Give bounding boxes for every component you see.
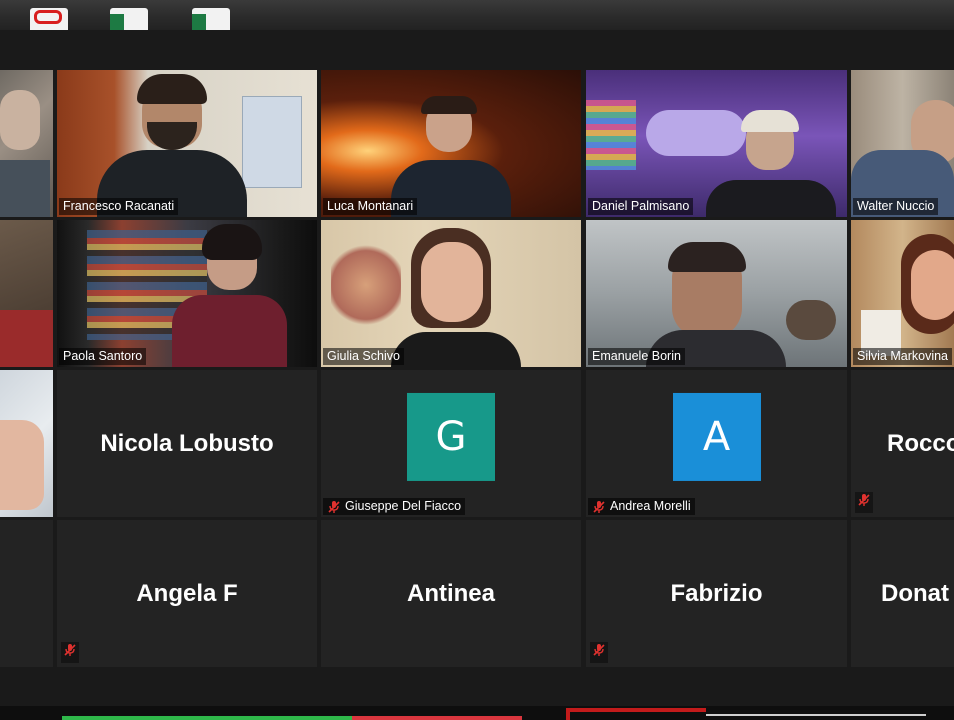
- participant-name-label: Walter Nuccio: [853, 198, 939, 215]
- participant-name-label: Paola Santoro: [59, 348, 147, 365]
- video-feed: [851, 220, 954, 367]
- progress-bar-red: [352, 716, 522, 720]
- profile-avatar: G: [407, 392, 495, 481]
- participant-tile[interactable]: Luca Montanari: [321, 70, 581, 217]
- banner-graphic: [706, 714, 926, 720]
- banner-graphic: [566, 708, 706, 720]
- participant-tile[interactable]: Walter Nuccio: [851, 70, 954, 217]
- participant-tile[interactable]: Giulia Schivo: [321, 220, 581, 367]
- video-feed: [586, 220, 847, 367]
- participant-name: Francesco Racanati: [63, 199, 175, 213]
- microphone-muted-icon: [855, 492, 873, 513]
- avatar-letter: G: [435, 413, 467, 460]
- participant-name-label: Giulia Schivo: [323, 348, 404, 365]
- video-feed: [0, 370, 53, 517]
- progress-bar-green: [62, 716, 352, 720]
- participant-tile[interactable]: [0, 520, 53, 667]
- video-feed: [57, 220, 317, 367]
- video-feed: [321, 220, 581, 367]
- profile-avatar: A: [672, 392, 761, 481]
- participant-name-label: Daniel Palmisano: [588, 198, 694, 215]
- participant-tile[interactable]: [0, 370, 53, 517]
- participant-name: Andrea Morelli: [610, 499, 691, 513]
- participant-name-label: Francesco Racanati: [59, 198, 179, 215]
- participant-display-name: Fabrizio: [670, 579, 763, 607]
- participant-name: Silvia Markovina: [857, 349, 949, 363]
- microphone-muted-icon: [61, 642, 79, 663]
- video-feed: [321, 70, 581, 217]
- video-feed: [851, 70, 954, 217]
- pdf-file-icon[interactable]: [30, 8, 68, 30]
- participant-tile[interactable]: Nicola Lobusto: [57, 370, 317, 517]
- participant-tile[interactable]: A Andrea Morelli: [586, 370, 847, 517]
- participant-display-name: Antinea: [406, 579, 495, 607]
- participant-tile[interactable]: Rocco: [851, 370, 954, 517]
- participant-name-label: Giuseppe Del Fiacco: [323, 498, 466, 515]
- excel-file-icon[interactable]: [110, 8, 148, 30]
- participant-tile[interactable]: Daniel Palmisano: [586, 70, 847, 217]
- participant-name: Paola Santoro: [63, 349, 143, 363]
- microphone-muted-icon: [327, 500, 341, 514]
- participant-tile[interactable]: Angela F: [57, 520, 317, 667]
- participant-name: Walter Nuccio: [857, 199, 935, 213]
- participant-display-name: Donat: [881, 579, 949, 607]
- video-feed: [0, 220, 53, 367]
- participant-display-name: Nicola Lobusto: [100, 429, 274, 457]
- participant-tile[interactable]: Donat: [851, 520, 954, 667]
- participant-display-name: Angela F: [136, 579, 238, 607]
- participant-tile[interactable]: Francesco Racanati: [57, 70, 317, 217]
- participant-tile[interactable]: [0, 70, 53, 217]
- participant-name: Luca Montanari: [327, 199, 414, 213]
- participant-tile[interactable]: G Giuseppe Del Fiacco: [321, 370, 581, 517]
- participant-tile[interactable]: Paola Santoro: [57, 220, 317, 367]
- video-feed: [0, 70, 53, 217]
- microphone-muted-icon: [592, 500, 606, 514]
- participant-tile[interactable]: Emanuele Borin: [586, 220, 847, 367]
- participant-name-label: Silvia Markovina: [853, 348, 953, 365]
- participant-name: Giuseppe Del Fiacco: [345, 499, 462, 513]
- participant-tile[interactable]: Antinea: [321, 520, 581, 667]
- avatar-letter: A: [702, 413, 731, 460]
- video-feed: [57, 70, 317, 217]
- participant-tile[interactable]: Fabrizio: [586, 520, 847, 667]
- participant-name-label: Emanuele Borin: [588, 348, 685, 365]
- desktop-background: [0, 706, 954, 720]
- desktop-background: [0, 0, 954, 30]
- excel-file-icon[interactable]: [192, 8, 230, 30]
- microphone-muted-icon: [590, 642, 608, 663]
- participant-name: Giulia Schivo: [327, 349, 400, 363]
- participant-name: Emanuele Borin: [592, 349, 681, 363]
- participant-name: Daniel Palmisano: [592, 199, 690, 213]
- participant-name-label: Luca Montanari: [323, 198, 418, 215]
- participant-tile[interactable]: [0, 220, 53, 367]
- active-speaker-tile[interactable]: Silvia Markovina: [851, 220, 954, 367]
- participant-display-name: Rocco: [887, 429, 954, 457]
- video-feed: [586, 70, 847, 217]
- gallery-view: Francesco Racanati Luca Montanari Daniel…: [0, 30, 954, 706]
- zoom-meeting-window: Francesco Racanati Luca Montanari Daniel…: [0, 30, 954, 706]
- participant-name-label: Andrea Morelli: [588, 498, 695, 515]
